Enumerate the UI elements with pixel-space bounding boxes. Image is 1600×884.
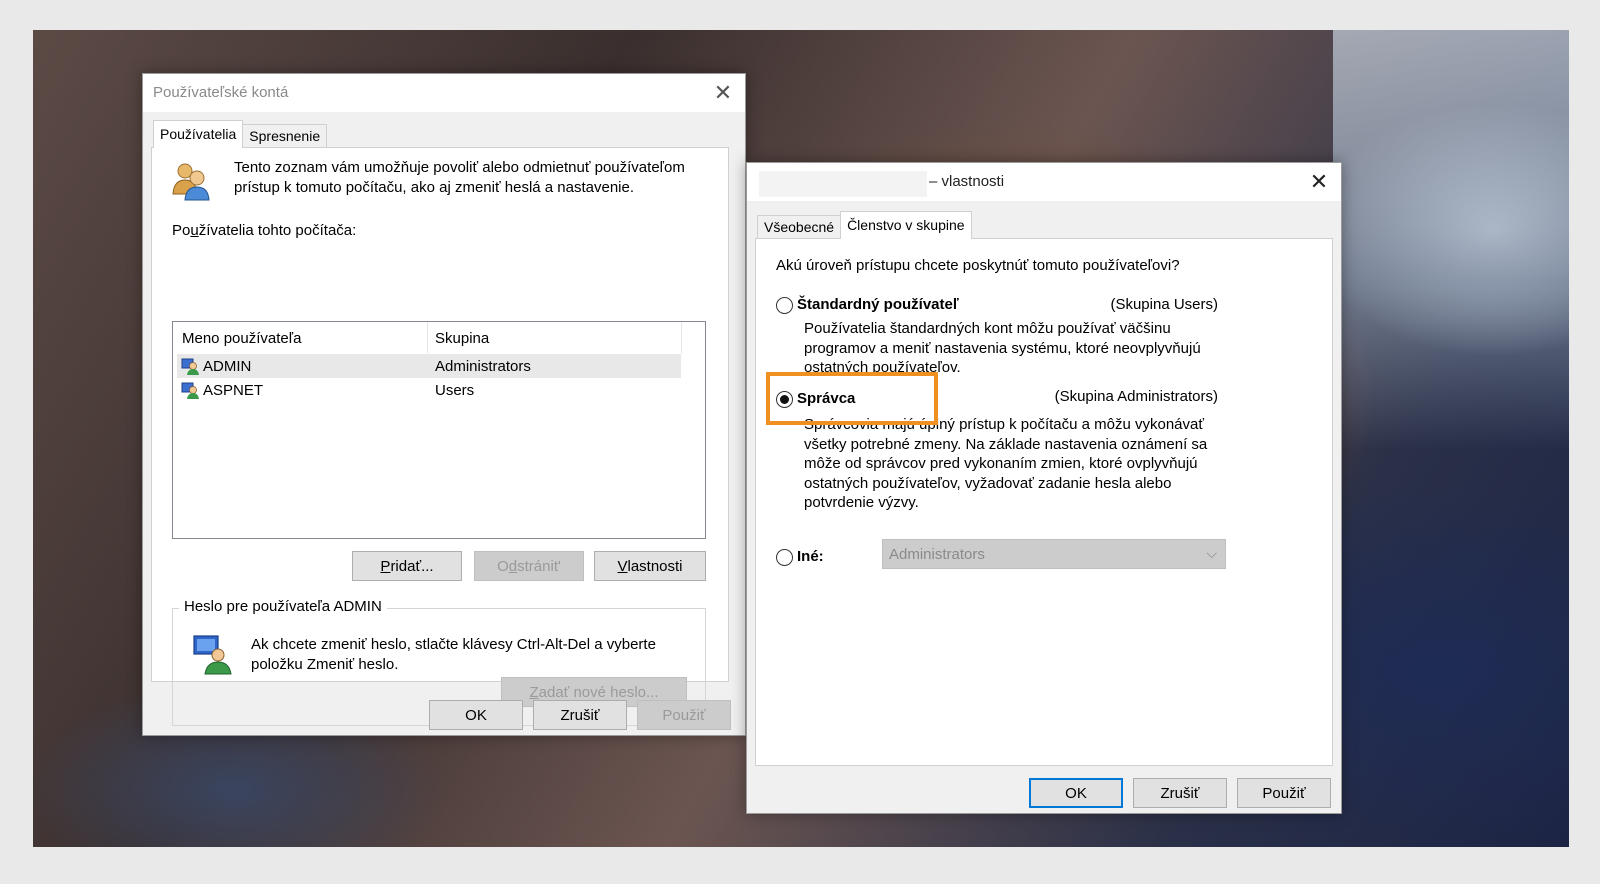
- intro-line-2: prístup k tomuto počítaču, ako aj zmeniť…: [234, 179, 635, 196]
- other-label[interactable]: Iné:: [797, 548, 824, 565]
- properties-button[interactable]: Vlastnosti: [594, 551, 706, 581]
- user-name: ASPNET: [203, 382, 264, 399]
- tab-general[interactable]: Všeobecné: [757, 215, 842, 239]
- ok-button[interactable]: OK: [429, 700, 523, 730]
- close-button[interactable]: ✕: [701, 74, 745, 112]
- user-icon: [181, 382, 199, 399]
- password-help-line-1: Ak chcete zmeniť heslo, stlačte klávesy …: [251, 636, 656, 653]
- close-icon: ✕: [713, 80, 733, 105]
- column-username[interactable]: Meno používateľa: [182, 330, 301, 347]
- user-accounts-window: Používateľské kontá ✕ Používatelia Spres…: [142, 73, 746, 736]
- password-group-legend: Heslo pre používateľa ADMIN: [179, 598, 387, 615]
- close-button[interactable]: ✕: [1297, 163, 1341, 201]
- administrator-description: Správcovia majú úplný prístup k počítaču…: [804, 416, 1208, 511]
- column-group[interactable]: Skupina: [435, 330, 489, 347]
- ok-button[interactable]: OK: [1029, 778, 1123, 808]
- password-help-line-2: položku Zmeniť heslo.: [251, 656, 399, 673]
- cancel-button[interactable]: Zrušiť: [533, 700, 627, 730]
- standard-user-group: (Skupina Users): [1110, 296, 1218, 313]
- column-separator[interactable]: [427, 322, 428, 353]
- other-radio[interactable]: [776, 549, 793, 566]
- user-name: ADMIN: [203, 358, 252, 375]
- list-header: Meno používateľa Skupina: [173, 322, 705, 353]
- apply-button[interactable]: Použiť: [1237, 778, 1331, 808]
- password-help-text: Ak chcete zmeniť heslo, stlačte klávesy …: [251, 635, 656, 675]
- users-list-label: Používatelia tohto počítača:: [172, 222, 357, 239]
- properties-tabs: Všeobecné Členstvo v skupine: [757, 211, 972, 239]
- group-membership-panel: Akú úroveň prístupu chcete poskytnúť tom…: [755, 238, 1333, 766]
- intro-text: Tento zoznam vám umožňuje povoliť alebo …: [234, 158, 685, 198]
- other-group-select[interactable]: Administrators ⌵: [882, 539, 1226, 569]
- users-icon: [172, 163, 210, 201]
- tab-users[interactable]: Používatelia: [153, 120, 244, 148]
- tab-advanced[interactable]: Spresnenie: [242, 124, 328, 148]
- user-group: Users: [435, 382, 475, 399]
- column-separator[interactable]: [681, 322, 682, 353]
- table-row[interactable]: ASPNET Users: [177, 378, 681, 402]
- close-icon: ✕: [1309, 169, 1329, 194]
- table-row[interactable]: ADMIN Administrators: [177, 354, 681, 378]
- standard-user-label[interactable]: Štandardný používateľ: [797, 296, 959, 313]
- intro-line-1: Tento zoznam vám umožňuje povoliť alebo …: [234, 159, 685, 176]
- remove-user-button[interactable]: Od stránit': [474, 551, 584, 581]
- user-group: Administrators: [435, 358, 531, 375]
- administrator-label[interactable]: Správca: [797, 390, 855, 407]
- properties-titlebar[interactable]: – vlastnosti ✕: [747, 163, 1341, 201]
- window-title: Používateľské kontá: [153, 84, 289, 101]
- users-tab-panel: Tento zoznam vám umožňuje povoliť alebo …: [151, 147, 729, 726]
- administrator-group: (Skupina Administrators): [1054, 388, 1218, 405]
- access-level-question: Akú úroveň prístupu chcete poskytnúť tom…: [776, 257, 1180, 274]
- chevron-down-icon: ⌵: [1206, 545, 1217, 561]
- administrator-radio[interactable]: [776, 391, 793, 408]
- standard-user-radio[interactable]: [776, 297, 793, 314]
- standard-user-description: Používatelia štandardných kont môžu použ…: [804, 320, 1201, 376]
- window-title: – vlastnosti: [929, 173, 1005, 190]
- users-listview[interactable]: Meno používateľa Skupina ADMIN Administr…: [172, 321, 706, 539]
- apply-button[interactable]: Použiť: [637, 700, 731, 730]
- other-group-value: Administrators: [889, 546, 985, 563]
- user-accounts-titlebar[interactable]: Používateľské kontá ✕: [143, 74, 745, 112]
- user-key-icon: [193, 635, 232, 675]
- user-properties-window: – vlastnosti ✕ Všeobecné Členstvo v skup…: [746, 162, 1342, 814]
- redacted-username: [759, 171, 927, 197]
- user-icon: [181, 358, 199, 375]
- wallpaper-highlight: [1333, 30, 1569, 450]
- cancel-button[interactable]: Zrušiť: [1133, 778, 1227, 808]
- accounts-tabs: Používatelia Spresnenie: [153, 120, 328, 148]
- add-user-button[interactable]: Pridať...: [352, 551, 462, 581]
- tab-group-membership[interactable]: Členstvo v skupine: [840, 211, 972, 239]
